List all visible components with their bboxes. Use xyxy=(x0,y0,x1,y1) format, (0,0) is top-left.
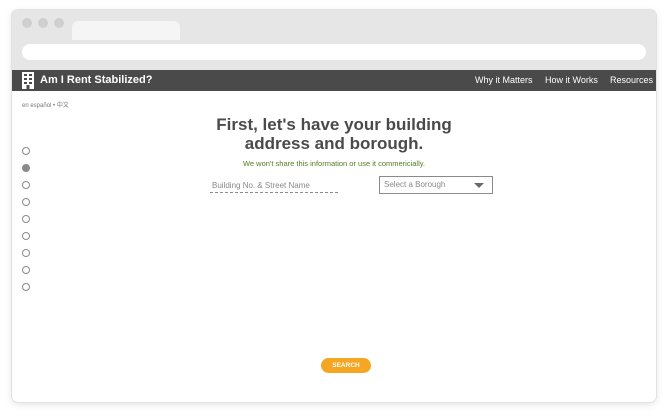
step-dot-8[interactable] xyxy=(22,266,30,274)
step-dot-4[interactable] xyxy=(22,198,30,206)
nav-link-resources[interactable]: Resources xyxy=(610,74,653,87)
browser-tab[interactable] xyxy=(72,21,180,40)
heading-line-1: First, let's have your building xyxy=(216,115,452,134)
borough-select-value: Select a Borough xyxy=(384,180,446,189)
step-dot-9[interactable] xyxy=(22,283,30,291)
step-dot-3[interactable] xyxy=(22,181,30,189)
site-title[interactable]: Am I Rent Stabilized? xyxy=(40,73,152,88)
street-address-input[interactable] xyxy=(210,178,338,193)
borough-select[interactable]: Select a Borough xyxy=(379,176,493,194)
step-dot-5[interactable] xyxy=(22,215,30,223)
window-minimize-dot[interactable] xyxy=(38,18,48,28)
heading-line-2: address and borough. xyxy=(244,134,424,153)
building-logo-icon[interactable] xyxy=(22,72,34,89)
browser-chrome xyxy=(12,10,656,70)
step-dot-6[interactable] xyxy=(22,232,30,240)
lang-spanish-link[interactable]: en español xyxy=(22,103,51,109)
window-close-dot[interactable] xyxy=(22,18,32,28)
nav-link-why-it-matters[interactable]: Why it Matters xyxy=(475,74,533,87)
browser-window: Am I Rent Stabilized? Why it Matters How… xyxy=(12,10,656,402)
language-switcher: en español • 中文 xyxy=(22,100,69,109)
nav-link-how-it-works[interactable]: How it Works xyxy=(545,74,598,87)
step-dot-7[interactable] xyxy=(22,249,30,257)
lang-chinese-link[interactable]: 中文 xyxy=(57,103,69,109)
privacy-note: We won't share this information or use i… xyxy=(242,159,426,168)
chevron-down-icon xyxy=(474,183,484,188)
window-maximize-dot[interactable] xyxy=(54,18,64,28)
site-navbar: Am I Rent Stabilized? Why it Matters How… xyxy=(12,70,656,91)
search-button[interactable]: SEARCH xyxy=(321,358,371,373)
address-bar[interactable] xyxy=(22,44,646,60)
lang-separator: • xyxy=(53,103,56,109)
